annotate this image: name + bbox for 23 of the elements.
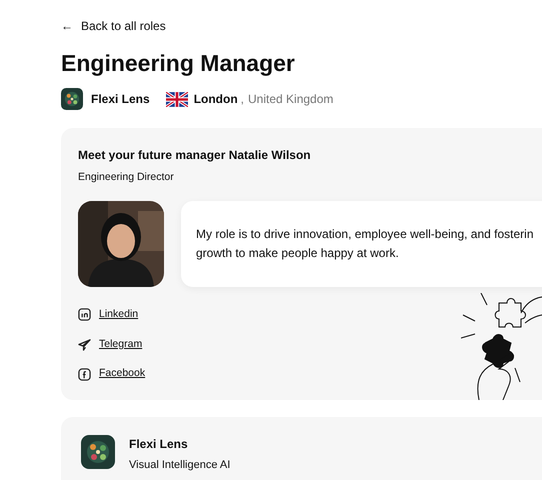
city: London	[194, 91, 238, 108]
page-title: Engineering Manager	[61, 49, 295, 78]
facebook-icon	[78, 368, 91, 381]
back-arrow-icon: ←	[61, 17, 73, 35]
company-logo-icon	[81, 435, 115, 469]
company-card-name: Flexi Lens	[129, 436, 188, 453]
manager-role: Engineering Director	[78, 170, 174, 185]
separator: ,	[240, 91, 244, 108]
back-link-label: Back to all roles	[81, 18, 166, 35]
linkedin-icon	[78, 308, 91, 322]
company-name: Flexi Lens	[91, 91, 150, 108]
paper-plane-icon	[78, 338, 91, 351]
social-link[interactable]: Telegram	[78, 336, 142, 352]
manager-heading: Meet your future manager Natalie Wilson	[78, 147, 311, 164]
social-link[interactable]: Facebook	[78, 366, 146, 382]
company-logo-icon	[61, 88, 83, 110]
quote-text: My role is to drive innovation, employee well-being, and fosterin	[196, 226, 534, 242]
social-link[interactable]: Linkedin	[78, 306, 138, 322]
flag-icon	[166, 92, 188, 106]
country: United Kingdom	[248, 91, 334, 108]
company-tagline: Visual Intelligence AI	[129, 458, 230, 473]
back-link[interactable]: ← Back to all roles	[61, 17, 166, 35]
quote-text: growth to make people happy at work.	[196, 245, 399, 262]
